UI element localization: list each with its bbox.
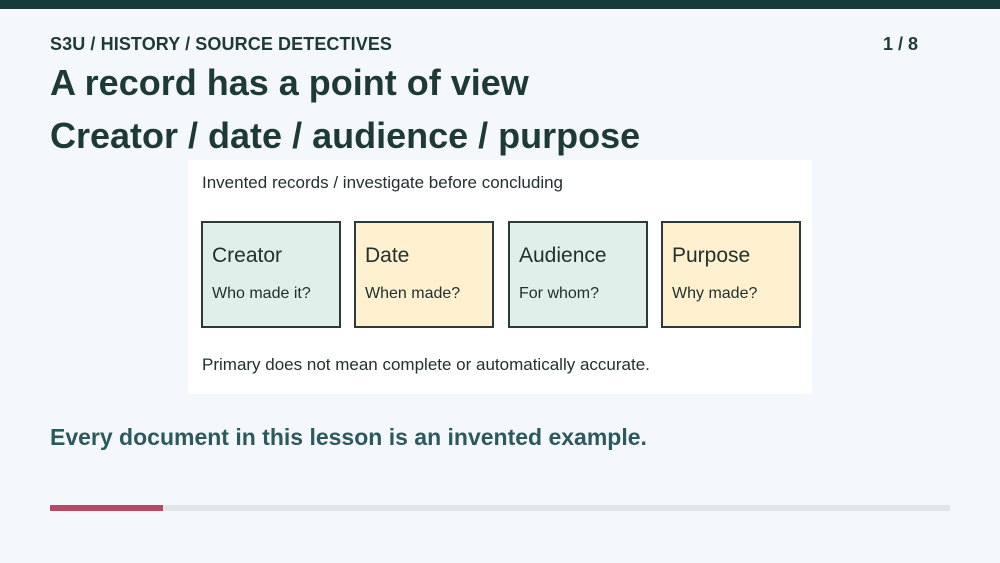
card-date: Date When made? (354, 221, 494, 328)
card-title: Purpose (672, 244, 751, 267)
slide-subtitle: Creator / date / audience / purpose (50, 115, 641, 156)
card-title: Creator (212, 244, 283, 267)
panel-note: Primary does not mean complete or automa… (202, 355, 650, 374)
card-creator: Creator Who made it? (201, 221, 341, 328)
breadcrumb: S3U / HISTORY / SOURCE DETECTIVES (50, 34, 393, 54)
card-question: For whom? (519, 285, 600, 302)
footer-note: Every document in this lesson is an inve… (50, 424, 647, 450)
panel-caption: Invented records / investigate before co… (202, 173, 564, 192)
page-counter: 1 / 8 (882, 34, 918, 54)
progress-bar-fill (50, 505, 163, 511)
card-title: Date (365, 244, 410, 267)
card-question: When made? (365, 285, 461, 302)
progress-bar (50, 505, 950, 511)
slide-title: A record has a point of view (50, 62, 529, 103)
card-question: Who made it? (212, 285, 311, 302)
card-purpose: Purpose Why made? (661, 221, 801, 328)
card-question: Why made? (672, 285, 758, 302)
card-title: Audience (519, 244, 607, 267)
card-audience: Audience For whom? (508, 221, 648, 328)
top-accent-bar (0, 0, 1000, 9)
content-panel: Invented records / investigate before co… (188, 160, 812, 394)
